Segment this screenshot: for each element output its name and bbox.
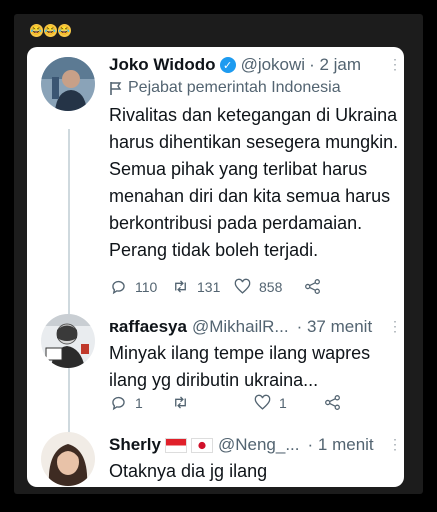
reply-icon (112, 396, 125, 411)
japan-flag-icon (190, 437, 213, 453)
more-icon[interactable]: ⋮ (388, 437, 402, 451)
laughing-emoji-icon: 😂 (44, 24, 57, 37)
avatar[interactable] (41, 57, 95, 111)
retweet-button[interactable]: 131 (171, 277, 233, 296)
tweet-header: Sherly @Neng_... · 1 menit (109, 435, 374, 455)
government-label-text: Pejabat pemerintah Indonesia (128, 79, 341, 96)
share-icon (325, 395, 340, 410)
flag-label-icon (110, 81, 122, 95)
verified-badge-icon: ✓ (219, 57, 236, 73)
reply-count: 1 (135, 394, 143, 411)
handle[interactable]: @jokowi (241, 55, 306, 75)
retweet-button[interactable] (171, 393, 253, 412)
tweet-actions: 1 1 (109, 393, 342, 412)
tweet-actions: 110 131 858 (109, 277, 322, 296)
share-button[interactable] (323, 393, 342, 412)
more-icon[interactable]: ⋮ (388, 319, 402, 333)
handle[interactable]: @Neng_... (218, 435, 300, 455)
laughing-emoji-icon: 😂 (58, 24, 71, 37)
government-label: Pejabat pemerintah Indonesia (109, 79, 341, 97)
tweet-thread-card: Joko Widodo ✓ @jokowi · 2 jam ⋮ Pejabat … (27, 47, 404, 487)
display-name[interactable]: Joko Widodo (109, 55, 216, 75)
like-icon (254, 394, 271, 410)
tweet-header: Joko Widodo ✓ @jokowi · 2 jam (109, 55, 361, 75)
like-icon (234, 278, 251, 294)
timestamp[interactable]: · 37 menit (297, 317, 373, 337)
share-button[interactable] (303, 277, 322, 296)
avatar[interactable] (41, 314, 95, 368)
indonesia-flag-icon (164, 437, 187, 453)
reply-count: 110 (135, 278, 158, 295)
display-name[interactable]: Sherly (109, 435, 161, 455)
like-button[interactable]: 1 (253, 393, 323, 412)
share-icon (305, 279, 320, 294)
handle[interactable]: @MikhailR... (192, 317, 289, 337)
tweet-text: Rivalitas dan ketegangan di Ukraina haru… (109, 105, 399, 260)
retweet-icon (175, 396, 186, 409)
emoji-row: 😂 😂 😂 (30, 24, 71, 37)
like-count: 858 (259, 278, 283, 295)
retweet-count: 131 (197, 278, 221, 295)
like-count: 1 (279, 394, 287, 411)
thread-connector-line (68, 129, 70, 479)
reply-icon (112, 280, 125, 295)
tweet-header: ʀaffaesya @MikhailR... · 37 menit (109, 317, 372, 337)
laughing-emoji-icon: 😂 (30, 24, 43, 37)
display-name[interactable]: ʀaffaesya (109, 317, 187, 337)
more-icon[interactable]: ⋮ (388, 57, 402, 71)
retweet-icon (175, 280, 186, 293)
reply-button[interactable]: 110 (109, 277, 171, 296)
tweet-text: Minyak ilang tempe ilang wapres ilang yg… (109, 343, 371, 390)
tweet-text: Otaknya dia jg ilang (109, 461, 268, 481)
timestamp[interactable]: · 1 menit (308, 435, 374, 455)
timestamp[interactable]: · 2 jam (309, 55, 361, 75)
reply-button[interactable]: 1 (109, 393, 171, 412)
avatar[interactable] (41, 432, 95, 486)
like-button[interactable]: 858 (233, 277, 303, 296)
